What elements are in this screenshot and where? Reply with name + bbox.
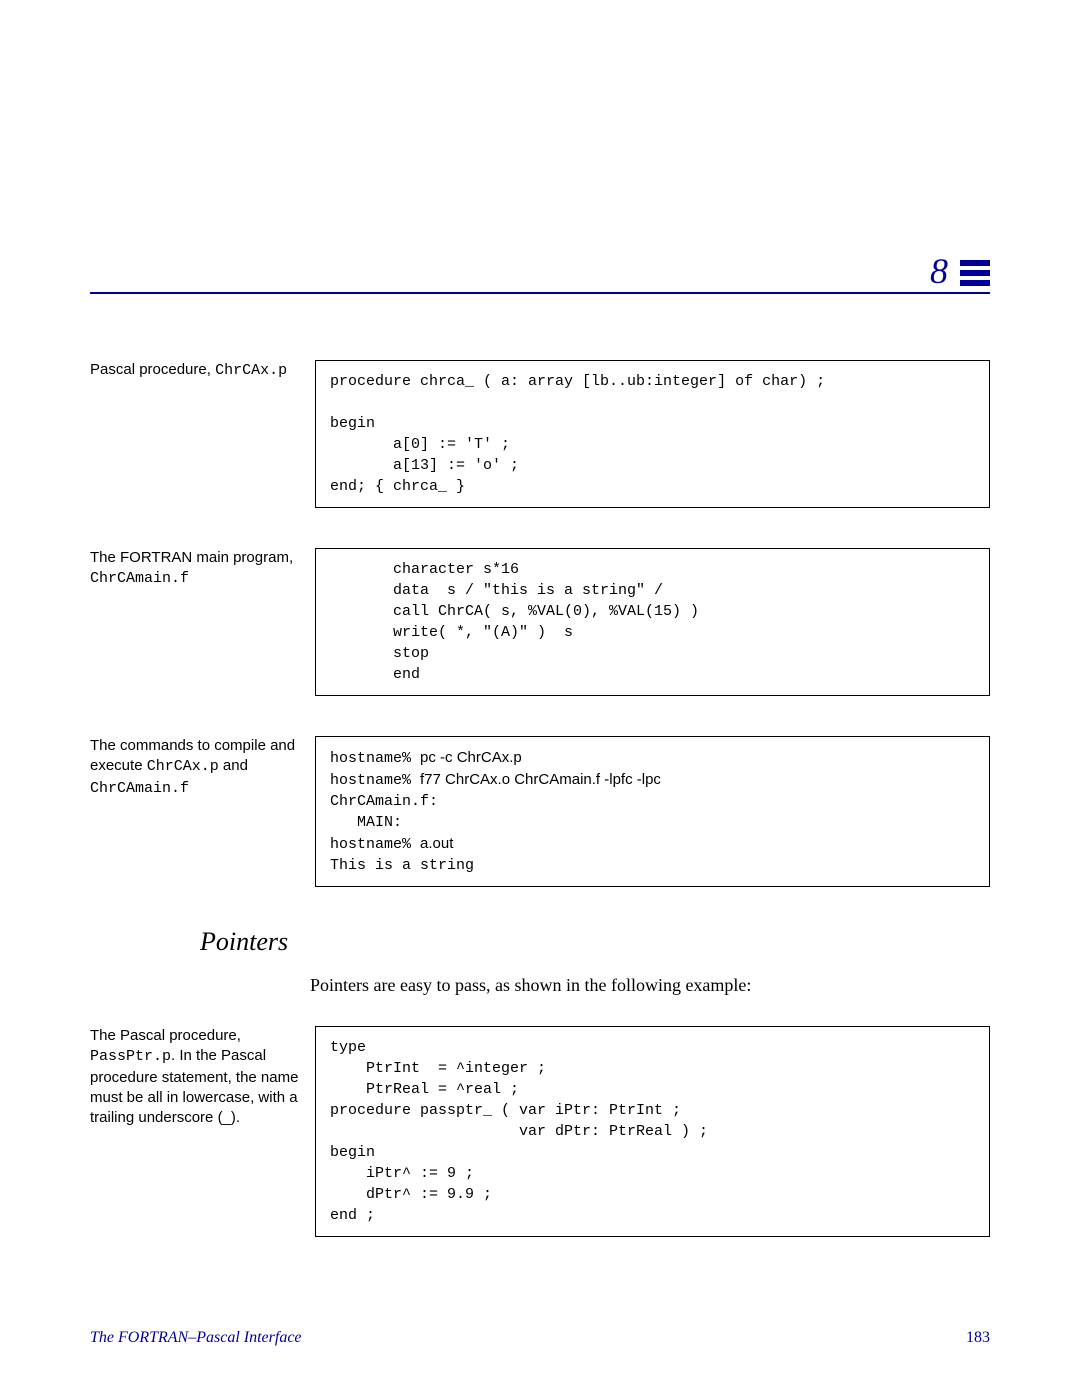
example-row-1: Pascal procedure, ChrCAx.p procedure chr… (90, 360, 990, 508)
label-compile: The commands to compile and execute ChrC… (90, 736, 315, 799)
bars-icon (960, 260, 990, 286)
footer-title: The FORTRAN–Pascal Interface (90, 1329, 302, 1347)
code-box-compile: hostname% pc -c ChrCAx.p hostname% f77 C… (315, 736, 990, 887)
header-rule (90, 292, 990, 294)
section-heading-pointers: Pointers (200, 927, 990, 957)
code-box-passptr: type PtrInt = ^integer ; PtrReal = ^real… (315, 1026, 990, 1237)
example-row-3: The commands to compile and execute ChrC… (90, 736, 990, 887)
chapter-number: 8 (930, 250, 948, 292)
example-row-2: The FORTRAN main program, ChrCAmain.f ch… (90, 548, 990, 696)
code-box-chrcax: procedure chrca_ ( a: array [lb..ub:inte… (315, 360, 990, 508)
label-chrcamain: The FORTRAN main program, ChrCAmain.f (90, 548, 315, 590)
label-chrcax: Pascal procedure, ChrCAx.p (90, 360, 315, 381)
example-row-4: The Pascal procedure, PassPtr.p. In the … (90, 1026, 990, 1237)
page-footer: The FORTRAN–Pascal Interface 183 (90, 1329, 990, 1347)
label-passptr: The Pascal procedure, PassPtr.p. In the … (90, 1026, 315, 1128)
footer-page-number: 183 (966, 1329, 990, 1347)
page: 8 Pascal procedure, ChrCAx.p procedure c… (0, 0, 1080, 1397)
code-box-chrcamain: character s*16 data s / "this is a strin… (315, 548, 990, 696)
body-text-pointers: Pointers are easy to pass, as shown in t… (310, 975, 990, 996)
page-content: Pascal procedure, ChrCAx.p procedure chr… (90, 360, 990, 1237)
